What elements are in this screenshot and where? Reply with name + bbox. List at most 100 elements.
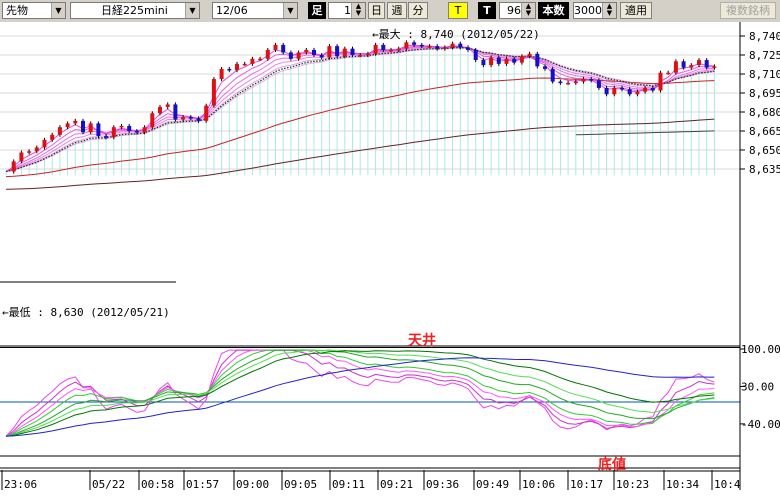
candle (435, 46, 440, 49)
spinner-icon[interactable]: ▲ ▼ (351, 3, 365, 18)
y-tick-label: 8,680 (749, 106, 780, 119)
count-stepper[interactable]: 3000 ▲ ▼ (573, 2, 617, 19)
candle (165, 104, 170, 107)
candle (643, 87, 648, 92)
x-tick-label: 10:17 (570, 478, 603, 491)
candle (427, 46, 432, 48)
candle (281, 44, 286, 53)
chevron-down-icon[interactable]: ▼ (283, 3, 297, 18)
x-tick-label: 10:4 (714, 478, 741, 491)
tick-button[interactable]: T (448, 2, 468, 19)
low-annotation: ←最低 : 8,630 (2012/05/21) (2, 306, 170, 319)
week-button[interactable]: 週 (387, 2, 407, 19)
candle (273, 44, 278, 50)
candle (119, 125, 124, 128)
candle (365, 53, 370, 56)
candle (327, 46, 332, 58)
type-select[interactable]: 先物 ▼ (2, 2, 66, 19)
candle (211, 79, 216, 106)
candle (450, 43, 455, 48)
y-tick-label: 8,635 (749, 163, 780, 176)
spinner-icon[interactable]: ▲ ▼ (521, 3, 535, 18)
date-select-value: 12/06 (216, 4, 248, 17)
x-tick-label: 09:21 (380, 478, 413, 491)
candle (219, 68, 224, 80)
symbol-select-value: 日経225mini (101, 4, 168, 17)
candle (458, 43, 463, 48)
candle (496, 57, 501, 64)
y-tick-label: 8,740 (749, 30, 780, 43)
interval-stepper[interactable]: 1 ▲ ▼ (328, 2, 366, 19)
candle (712, 66, 717, 68)
candle (304, 49, 309, 53)
candle (389, 49, 393, 52)
ceiling-label: 天井 (408, 332, 436, 349)
chevron-down-icon[interactable]: ▼ (51, 3, 65, 18)
candle (288, 52, 293, 59)
candle (81, 120, 85, 133)
candle (96, 123, 101, 137)
y-tick-label: 8,710 (749, 68, 780, 81)
apply-button[interactable]: 適用 (620, 2, 652, 19)
date-select[interactable]: 12/06 ▼ (212, 2, 298, 19)
candle (589, 79, 594, 81)
candle (265, 49, 270, 59)
candle (673, 61, 678, 73)
t-stepper[interactable]: 96 ▲ ▼ (499, 2, 536, 19)
candle (173, 104, 178, 120)
candle (242, 63, 247, 66)
candle (134, 131, 139, 133)
x-tick-label: 10:34 (666, 478, 699, 491)
candle (704, 60, 709, 68)
spinner-icon[interactable]: ▲ ▼ (602, 3, 616, 18)
y-tick-label: 8,665 (749, 125, 780, 138)
candle (550, 68, 555, 82)
candle (296, 52, 301, 59)
candle (350, 48, 355, 55)
candle (543, 66, 547, 69)
x-tick-label: 09:11 (332, 478, 365, 491)
day-button[interactable]: 日 (368, 2, 385, 19)
oscillator-tick-label: 100.00 (741, 343, 780, 356)
x-tick-label: 01:57 (186, 478, 219, 491)
candle (235, 63, 239, 71)
x-tick-label: 10:06 (522, 478, 555, 491)
count-value: 3000 (574, 4, 602, 17)
candle (142, 127, 147, 133)
candle (627, 89, 632, 95)
candle (104, 136, 109, 138)
candle (504, 58, 509, 64)
chevron-down-icon[interactable]: ▼ (185, 3, 199, 18)
candle (42, 139, 47, 148)
candle (612, 87, 617, 95)
oscillator-tick-label: 30.00 (741, 380, 774, 393)
oscillator-tick-label: -40.00 (741, 418, 780, 431)
x-tick-label: 09:00 (236, 478, 269, 491)
candle (258, 58, 263, 61)
candle (319, 55, 324, 58)
candle (581, 79, 586, 82)
candle (481, 60, 486, 66)
candle (19, 152, 24, 162)
candle (604, 87, 609, 95)
compare-button[interactable]: 複数銘柄 (720, 2, 776, 19)
candle (527, 53, 532, 57)
candle (111, 127, 116, 138)
y-tick-label: 8,650 (749, 144, 780, 157)
candle (196, 118, 201, 121)
y-tick-label: 8,725 (749, 49, 780, 62)
symbol-select[interactable]: 日経225mini ▼ (70, 2, 200, 19)
candle (489, 57, 494, 66)
candle (566, 82, 571, 85)
interval-value: 1 (344, 4, 351, 17)
count-label: 本数 (538, 2, 569, 19)
candle (658, 72, 663, 91)
x-tick-label: 09:36 (426, 478, 459, 491)
candle (381, 44, 386, 50)
candle (573, 81, 578, 84)
chart-canvas: ←最大 : 8,740 (2012/05/22) ←最低 : 8,630 (20… (0, 22, 780, 500)
candle (466, 47, 470, 50)
candle (342, 48, 347, 57)
minute-button[interactable]: 分 (408, 2, 428, 19)
candle (204, 105, 209, 121)
